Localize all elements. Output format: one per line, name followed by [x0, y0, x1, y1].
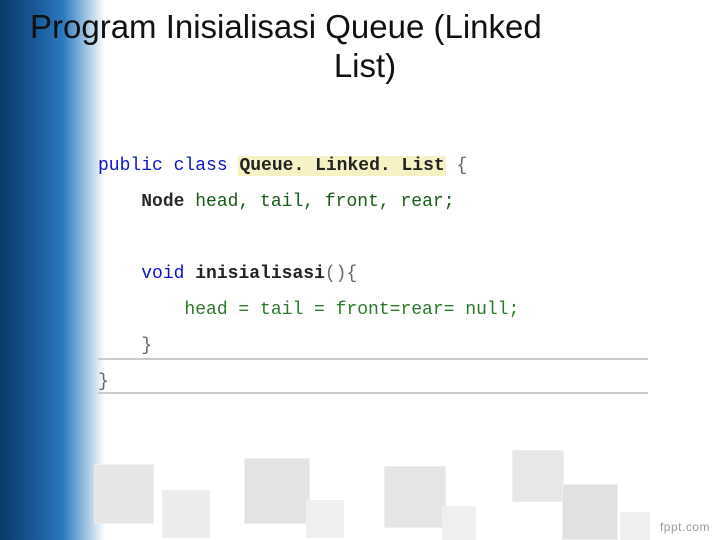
slide-title: Program Inisialisasi Queue (Linked List) — [30, 8, 700, 86]
close-brace-method: } — [141, 336, 152, 356]
square-icon — [162, 490, 210, 538]
code-line-4: head = tail = front=rear= null; — [98, 292, 690, 328]
decorative-squares — [64, 420, 720, 540]
open-brace: { — [457, 156, 468, 176]
square-icon — [562, 484, 618, 540]
code-line-3: void inisialisasi(){ — [98, 256, 690, 292]
code-line-1: public class Queue. Linked. List { — [98, 148, 690, 184]
title-line1: Program Inisialisasi Queue (Linked — [30, 8, 542, 45]
keyword-public: public — [98, 156, 163, 176]
square-icon — [442, 506, 476, 540]
footer-attribution: fppt.com — [660, 520, 710, 534]
keyword-class: class — [174, 156, 228, 176]
code-line-2: Node head, tail, front, rear; — [98, 184, 690, 220]
method-name: inisialisasi — [195, 264, 325, 284]
square-icon — [620, 512, 650, 540]
divider-line-1 — [98, 358, 648, 360]
square-icon — [384, 466, 446, 528]
square-icon — [244, 458, 310, 524]
type-node: Node — [141, 192, 184, 212]
code-line-6: } — [98, 364, 690, 400]
class-name: Queue. Linked. List — [238, 156, 445, 176]
square-icon — [94, 464, 154, 524]
divider-line-2 — [98, 392, 648, 394]
keyword-void: void — [141, 264, 184, 284]
close-brace-class: } — [98, 372, 109, 392]
square-icon — [306, 500, 344, 538]
square-icon — [512, 450, 564, 502]
code-block: public class Queue. Linked. List { Node … — [98, 148, 690, 400]
field-list: head, tail, front, rear; — [195, 192, 454, 212]
title-line2: List) — [30, 47, 700, 86]
method-parens: (){ — [325, 264, 357, 284]
method-body: head = tail = front=rear= null; — [184, 300, 519, 320]
code-blank-1 — [98, 220, 690, 256]
